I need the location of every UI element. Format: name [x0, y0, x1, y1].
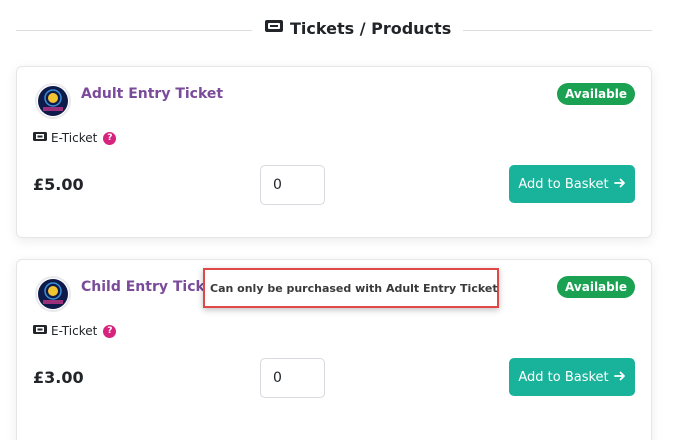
help-icon[interactable]: ?: [103, 324, 117, 338]
add-to-basket-button[interactable]: Add to Basket: [509, 358, 635, 396]
section-title-wrap: Tickets / Products: [252, 18, 464, 38]
ticket-icon: [33, 131, 47, 145]
add-to-basket-label: Add to Basket: [518, 176, 609, 192]
delivery-label: E-Ticket: [51, 324, 98, 338]
price: £3.00: [33, 368, 84, 387]
section-header: Tickets / Products: [16, 14, 652, 48]
quantity-input[interactable]: [260, 165, 325, 205]
restriction-note: Can only be purchased with Adult Entry T…: [203, 268, 499, 308]
product-name[interactable]: Child Entry Ticket: [81, 279, 221, 295]
add-to-basket-label: Add to Basket: [518, 369, 609, 385]
add-to-basket-button[interactable]: Add to Basket: [509, 165, 635, 203]
price: £5.00: [33, 175, 84, 194]
ticket-icon: [264, 18, 284, 38]
delivery-method: E-Ticket ?: [33, 324, 117, 338]
quantity-input[interactable]: [260, 358, 325, 398]
event-logo: [35, 83, 71, 119]
product-card-adult: Adult Entry Ticket Available E-Ticket ? …: [16, 66, 652, 238]
event-logo: [35, 276, 71, 312]
delivery-method: E-Ticket ?: [33, 131, 117, 145]
status-badge: Available: [557, 276, 635, 298]
product-name[interactable]: Adult Entry Ticket: [81, 86, 223, 102]
arrow-right-icon: [613, 370, 626, 385]
ticket-icon: [33, 324, 47, 338]
help-icon[interactable]: ?: [103, 131, 117, 145]
delivery-label: E-Ticket: [51, 131, 98, 145]
section-title: Tickets / Products: [290, 18, 452, 38]
product-card-child: Child Entry Ticket Can only be purchased…: [16, 259, 652, 440]
status-badge: Available: [557, 83, 635, 105]
arrow-right-icon: [613, 177, 626, 192]
